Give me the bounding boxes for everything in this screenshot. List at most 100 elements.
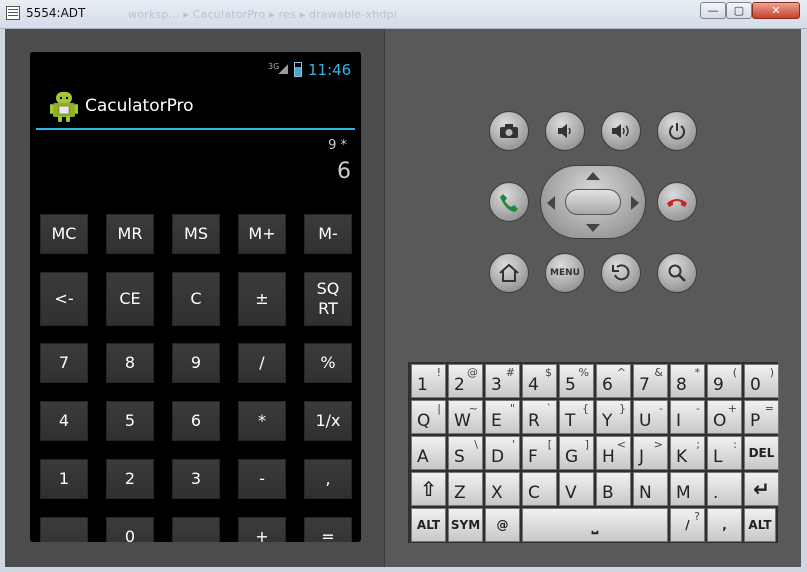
keyboard-key[interactable]: B <box>596 472 631 506</box>
keyboard-key[interactable]: S \ <box>448 436 483 470</box>
dpad-center-button[interactable] <box>565 189 621 215</box>
calc-key[interactable]: CE <box>106 272 154 326</box>
keyboard-key[interactable]: R ` <box>522 400 557 434</box>
keyboard-key[interactable]: N <box>633 472 668 506</box>
end-call-button[interactable] <box>657 182 697 222</box>
keyboard-key[interactable]: P = <box>744 400 779 434</box>
keyboard-key[interactable]: K; <box>670 436 705 470</box>
maximize-button[interactable]: ▢ <box>726 2 752 19</box>
calc-key[interactable]: , <box>304 459 352 499</box>
keyboard-key[interactable]: E " <box>485 400 520 434</box>
keyboard-key[interactable]: H < <box>596 436 631 470</box>
slash-key[interactable]: /? <box>670 508 705 542</box>
calc-key[interactable]: 3 <box>172 459 220 499</box>
keyboard-key[interactable]: X <box>485 472 520 506</box>
calc-key[interactable]: 1/x <box>304 401 352 441</box>
alt-left-key[interactable]: ALT <box>411 508 446 542</box>
calc-key[interactable]: 9 <box>172 343 220 383</box>
keyboard-key[interactable]: V <box>559 472 594 506</box>
space-key[interactable]: ⎵ <box>522 508 668 542</box>
calc-key[interactable]: MS <box>172 214 220 254</box>
keyboard-key[interactable]: D ' <box>485 436 520 470</box>
keyboard-key[interactable]: DEL <box>744 436 779 470</box>
keyboard-key[interactable]: Y} <box>596 400 631 434</box>
keyboard-key[interactable]: F[ <box>522 436 557 470</box>
keyboard-key[interactable]: W ~ <box>448 400 483 434</box>
keyboard-key[interactable]: Q | <box>411 400 446 434</box>
keyboard-key[interactable]: 8 * <box>670 364 705 398</box>
calc-key[interactable] <box>172 517 220 542</box>
keyboard-key[interactable]: I- <box>670 400 705 434</box>
power-button[interactable] <box>657 111 697 151</box>
dpad-left-icon[interactable] <box>547 196 555 210</box>
close-button[interactable]: ✕ <box>752 2 800 19</box>
keyboard-key[interactable]: 4 $ <box>522 364 557 398</box>
keyboard-key[interactable]: 9( <box>707 364 742 398</box>
calc-key[interactable] <box>40 517 88 542</box>
volume-up-button[interactable] <box>601 111 641 151</box>
keyboard-key[interactable]: 7 & <box>633 364 668 398</box>
calc-key[interactable]: % <box>304 343 352 383</box>
back-button[interactable] <box>601 253 641 293</box>
keyboard-key[interactable]: M <box>670 472 705 506</box>
calc-key[interactable]: 7 <box>40 343 88 383</box>
calc-key[interactable]: 6 <box>172 401 220 441</box>
dpad-down-icon[interactable] <box>586 224 600 232</box>
comma-key[interactable]: , <box>707 508 742 542</box>
keyboard-key[interactable]: ↵ <box>744 472 779 506</box>
volume-down-button[interactable] <box>545 111 585 151</box>
keyboard-key[interactable]: . <box>707 472 742 506</box>
keyboard-key[interactable]: G] <box>559 436 594 470</box>
keyboard-key[interactable]: 1! <box>411 364 446 398</box>
calc-key[interactable]: C <box>172 272 220 326</box>
calc-key[interactable]: 5 <box>106 401 154 441</box>
keyboard-key[interactable]: A <box>411 436 446 470</box>
menu-button[interactable]: MENU <box>545 253 585 293</box>
keyboard-key[interactable]: U- <box>633 400 668 434</box>
keyboard-key[interactable]: 5% <box>559 364 594 398</box>
calc-key[interactable]: - <box>238 459 286 499</box>
keyboard-key[interactable]: L: <box>707 436 742 470</box>
dpad-up-icon[interactable] <box>586 172 600 180</box>
keyboard-key[interactable]: O + <box>707 400 742 434</box>
keyboard-key[interactable]: J > <box>633 436 668 470</box>
dpad-right-icon[interactable] <box>631 196 639 210</box>
calc-key[interactable]: + <box>238 517 286 542</box>
at-key[interactable]: @ <box>485 508 520 542</box>
keyboard-key[interactable]: 3 # <box>485 364 520 398</box>
sym-key[interactable]: SYM <box>448 508 483 542</box>
dpad[interactable] <box>540 165 646 239</box>
calc-key[interactable]: / <box>238 343 286 383</box>
keyboard-key[interactable]: 0) <box>744 364 779 398</box>
calc-key[interactable]: ± <box>238 272 286 326</box>
calc-key[interactable]: = <box>304 517 352 542</box>
calc-key[interactable]: 1 <box>40 459 88 499</box>
calc-key[interactable]: M- <box>304 214 352 254</box>
window-titlebar[interactable]: 5554:ADT worksp... ▸ CaculatorPro ▸ res … <box>0 0 807 29</box>
keyboard-key[interactable]: 6 ^ <box>596 364 631 398</box>
key-main-label: X <box>491 483 503 503</box>
minimize-button[interactable]: — <box>700 2 726 19</box>
search-button[interactable] <box>657 253 697 293</box>
keyboard-key[interactable]: T{ <box>559 400 594 434</box>
calc-key[interactable]: 2 <box>106 459 154 499</box>
key-main-label: L <box>713 447 723 467</box>
keyboard-key[interactable]: Z <box>448 472 483 506</box>
calc-key[interactable]: M+ <box>238 214 286 254</box>
camera-button[interactable] <box>489 111 529 151</box>
home-button[interactable] <box>489 253 529 293</box>
alt-right-key[interactable]: ALT <box>744 508 776 542</box>
call-button[interactable] <box>489 182 529 222</box>
calc-key[interactable]: 8 <box>106 343 154 383</box>
keyboard-key[interactable]: C <box>522 472 557 506</box>
calc-key[interactable]: MC <box>40 214 88 254</box>
keyboard-key[interactable]: ⇧ <box>411 472 446 506</box>
calc-key[interactable]: SQ RT <box>304 272 352 326</box>
calc-key[interactable]: MR <box>106 214 154 254</box>
calc-key[interactable]: <- <box>40 272 88 326</box>
calc-key[interactable]: 4 <box>40 401 88 441</box>
calc-key[interactable]: 0 <box>106 517 154 542</box>
calc-key[interactable]: * <box>238 401 286 441</box>
phone-screen[interactable]: 3G 11:46 CaculatorPro 9 * 6 MC MR MS M+ M- <-… <box>30 52 361 542</box>
keyboard-key[interactable]: 2 @ <box>448 364 483 398</box>
